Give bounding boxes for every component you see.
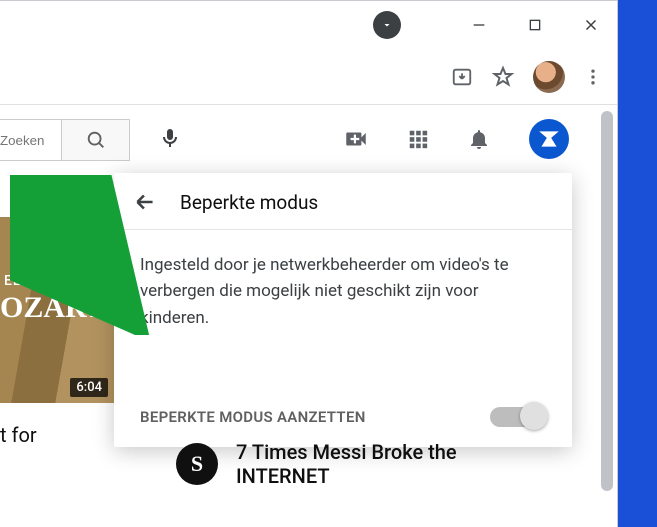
notifications-bell-icon[interactable] <box>467 127 491 151</box>
browser-menu-icon[interactable] <box>583 67 603 87</box>
back-arrow-icon[interactable] <box>132 189 158 215</box>
recommendation-text: 7 Times Messi Broke the INTERNET <box>236 440 457 488</box>
thumbnail-overlay-text: ELAX WITH <box>4 273 85 289</box>
search-input[interactable] <box>0 119 62 161</box>
popup-title: Beperkte modus <box>180 191 318 214</box>
restricted-mode-toggle[interactable] <box>490 407 546 427</box>
search-row <box>0 119 182 161</box>
popup-toggle-row: BEPERKTE MODUS AANZETTEN <box>114 389 572 447</box>
tab-dropdown-icon[interactable] <box>373 11 401 39</box>
youtube-header-icons <box>343 119 569 159</box>
vertical-scrollbar[interactable] <box>601 111 613 491</box>
recommendation-title-line1: 7 Times Messi Broke the <box>236 440 457 464</box>
page-content: ELAX WITH OZART 6:04 t for Beperkte modu… <box>0 105 617 527</box>
video-thumbnail[interactable]: ELAX WITH OZART 6:04 <box>0 217 114 403</box>
popup-description: Ingesteld door je netwerkbeheerder om vi… <box>140 252 546 331</box>
video-duration-badge: 6:04 <box>70 378 108 397</box>
popup-body: Ingesteld door je netwerkbeheerder om vi… <box>114 230 572 389</box>
window-minimize-button[interactable] <box>461 7 497 43</box>
restricted-mode-popup: Beperkte modus Ingesteld door je netwerk… <box>114 173 572 447</box>
window-close-button[interactable] <box>573 7 609 43</box>
browser-profile-avatar[interactable] <box>533 61 565 93</box>
install-app-icon[interactable] <box>451 66 473 88</box>
browser-toolbar <box>0 49 617 105</box>
recommendation-title-line2: INTERNET <box>236 464 457 488</box>
recommendation-row[interactable]: S 7 Times Messi Broke the INTERNET <box>176 440 457 488</box>
apps-grid-icon[interactable] <box>407 128 429 150</box>
restricted-mode-toggle-label: BEPERKTE MODUS AANZETTEN <box>140 408 366 426</box>
thumbnail-overlay-title: OZART <box>0 291 106 325</box>
video-title-fragment[interactable]: t for <box>0 423 37 447</box>
popup-header: Beperkte modus <box>114 173 572 230</box>
toggle-knob <box>520 402 548 430</box>
window-titlebar <box>0 1 617 49</box>
bookmark-star-icon[interactable] <box>491 65 515 89</box>
create-video-icon[interactable] <box>343 126 369 152</box>
voice-search-icon[interactable] <box>158 126 182 154</box>
channel-avatar[interactable]: S <box>176 443 218 485</box>
channel-avatar-letter: S <box>191 451 203 477</box>
window-maximize-button[interactable] <box>517 7 553 43</box>
search-button[interactable] <box>62 119 130 161</box>
youtube-account-avatar[interactable] <box>529 119 569 159</box>
browser-window: ELAX WITH OZART 6:04 t for Beperkte modu… <box>0 0 618 527</box>
